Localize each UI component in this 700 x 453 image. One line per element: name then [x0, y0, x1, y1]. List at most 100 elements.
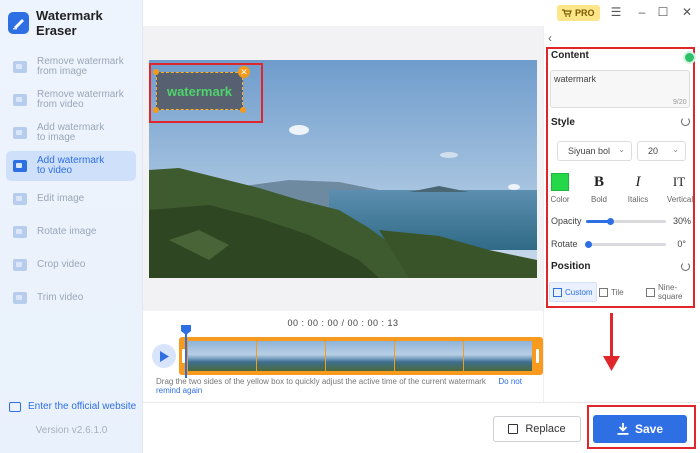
menu-icon[interactable]: ☰ [608, 4, 624, 20]
official-website-link[interactable]: Enter the official website [9, 401, 136, 412]
range-end-handle[interactable] [536, 349, 539, 363]
save-label: Save [634, 422, 664, 436]
timeline-hint-text: Drag the two sides of the yellow box to … [156, 377, 486, 386]
timeline-frame [326, 341, 394, 371]
timecode: 00 : 00 : 00 / 00 : 00 : 13 [287, 318, 399, 328]
sidebar-item-edit-image[interactable]: Edit image [6, 192, 136, 206]
font-size-select[interactable]: 20 ⌄ [637, 141, 686, 161]
timeline-hint: Drag the two sides of the yellow box to … [156, 377, 536, 395]
pro-badge[interactable]: PRO [557, 5, 600, 21]
maximize-icon[interactable]: ☐ [655, 4, 671, 20]
tile-icon [599, 287, 608, 297]
position-option-label: Tile [611, 287, 624, 297]
font-family-select[interactable]: Siyuan bol ⌄ [557, 141, 632, 161]
image-plus-icon [13, 127, 27, 139]
close-icon[interactable]: ✕ [679, 4, 695, 20]
back-arrow-icon[interactable]: ‹ [548, 31, 552, 45]
opacity-label: Opacity [551, 216, 582, 226]
video-icon [13, 94, 27, 106]
trim-icon [13, 292, 27, 304]
watermark-overlay-text: watermark [166, 83, 233, 99]
character-count: 9/20 [673, 99, 687, 106]
official-website-label: Enter the official website [28, 401, 137, 412]
cart-icon [562, 9, 572, 17]
style-reset-icon[interactable] [681, 117, 690, 126]
sidebar-item-rotate-image[interactable]: Rotate image [6, 225, 136, 239]
rotate-slider[interactable] [586, 243, 666, 246]
download-icon [617, 423, 629, 435]
sidebar-item-label: Add watermark to video [37, 155, 105, 176]
font-family-value: Siyuan bol [568, 146, 611, 156]
chevron-down-icon: ⌄ [672, 145, 679, 154]
replace-button[interactable]: Replace [493, 416, 581, 442]
rotate-icon [13, 226, 27, 238]
watermark-text-value: watermark [554, 74, 597, 84]
italics-label: Italics [627, 195, 649, 204]
image-icon [13, 61, 27, 73]
opacity-value: 30% [672, 216, 691, 226]
resize-handle-bottom-left[interactable] [153, 107, 159, 113]
rotate-label: Rotate [551, 239, 578, 249]
play-button[interactable] [152, 344, 176, 368]
timeline-frame [395, 341, 463, 371]
position-reset-icon[interactable] [681, 262, 690, 271]
color-swatch[interactable] [551, 173, 569, 191]
timeline-frame [188, 341, 256, 371]
vertical-text-icon[interactable]: IT [664, 174, 694, 190]
minimize-icon[interactable]: – [634, 4, 650, 20]
position-option-label: Nine-square [658, 283, 683, 301]
resize-handle-bottom-right[interactable] [240, 107, 246, 113]
vertical-label: Vertical [666, 195, 694, 204]
edit-icon [13, 193, 27, 205]
bold-label: Bold [590, 195, 607, 204]
play-icon [160, 350, 169, 362]
timeline-frames [188, 341, 532, 371]
opacity-slider-knob[interactable] [606, 218, 614, 225]
color-label: Color [550, 195, 570, 204]
custom-position-icon [553, 287, 562, 297]
resize-handle-top-left[interactable] [153, 69, 159, 75]
font-size-value: 20 [648, 146, 659, 156]
content-section-title: Content [551, 50, 589, 61]
sidebar-item-label: Rotate image [37, 226, 97, 237]
position-nine-square-option[interactable]: Nine-square [646, 282, 700, 302]
monitor-icon [9, 401, 21, 412]
pro-label: PRO [575, 8, 595, 18]
italic-icon[interactable]: I [623, 174, 653, 191]
sidebar-item-trim-video[interactable]: Trim video [6, 291, 136, 305]
sidebar-item-add-watermark-image[interactable]: Add watermark to image [6, 122, 136, 144]
sidebar: Watermark Eraser Remove watermark from im… [0, 0, 143, 453]
sidebar-item-label: Remove watermark from image [37, 56, 124, 77]
position-tile-option[interactable]: Tile [599, 282, 624, 302]
crop-icon [13, 259, 27, 271]
remove-watermark-icon[interactable]: ✕ [238, 66, 250, 78]
rotate-value: 0° [677, 239, 686, 249]
position-custom-option[interactable]: Custom [549, 282, 597, 302]
grammar-check-icon[interactable] [683, 51, 696, 64]
sidebar-item-label: Trim video [37, 292, 84, 303]
app-title: Watermark Eraser [36, 8, 103, 38]
sidebar-item-remove-watermark-image[interactable]: Remove watermark from image [6, 56, 136, 78]
sidebar-item-label: Add watermark to image [37, 122, 105, 143]
sidebar-item-add-watermark-video[interactable]: Add watermark to video [6, 151, 136, 181]
playhead[interactable] [185, 326, 187, 378]
position-section-title: Position [551, 261, 591, 272]
sidebar-item-label: Edit image [37, 193, 85, 204]
save-button[interactable]: Save [593, 415, 687, 443]
sidebar-item-remove-watermark-video[interactable]: Remove watermark from video [6, 89, 136, 111]
watermark-overlay[interactable]: watermark [156, 72, 243, 110]
timeline-frame [257, 341, 325, 371]
timeline-frame [464, 341, 532, 371]
bold-icon[interactable]: B [584, 174, 614, 191]
position-option-label: Custom [565, 287, 593, 297]
sidebar-item-crop-video[interactable]: Crop video [6, 258, 136, 272]
version-label: Version v2.6.1.0 [35, 425, 108, 436]
app-logo-icon [8, 12, 30, 34]
video-plus-icon [13, 160, 27, 172]
rotate-slider-knob[interactable] [585, 241, 592, 248]
chevron-down-icon: ⌄ [618, 145, 625, 154]
style-section-title: Style [551, 117, 575, 128]
app-header: Watermark Eraser [8, 8, 142, 38]
nine-square-icon [646, 287, 655, 297]
sidebar-item-label: Remove watermark from video [37, 89, 124, 110]
